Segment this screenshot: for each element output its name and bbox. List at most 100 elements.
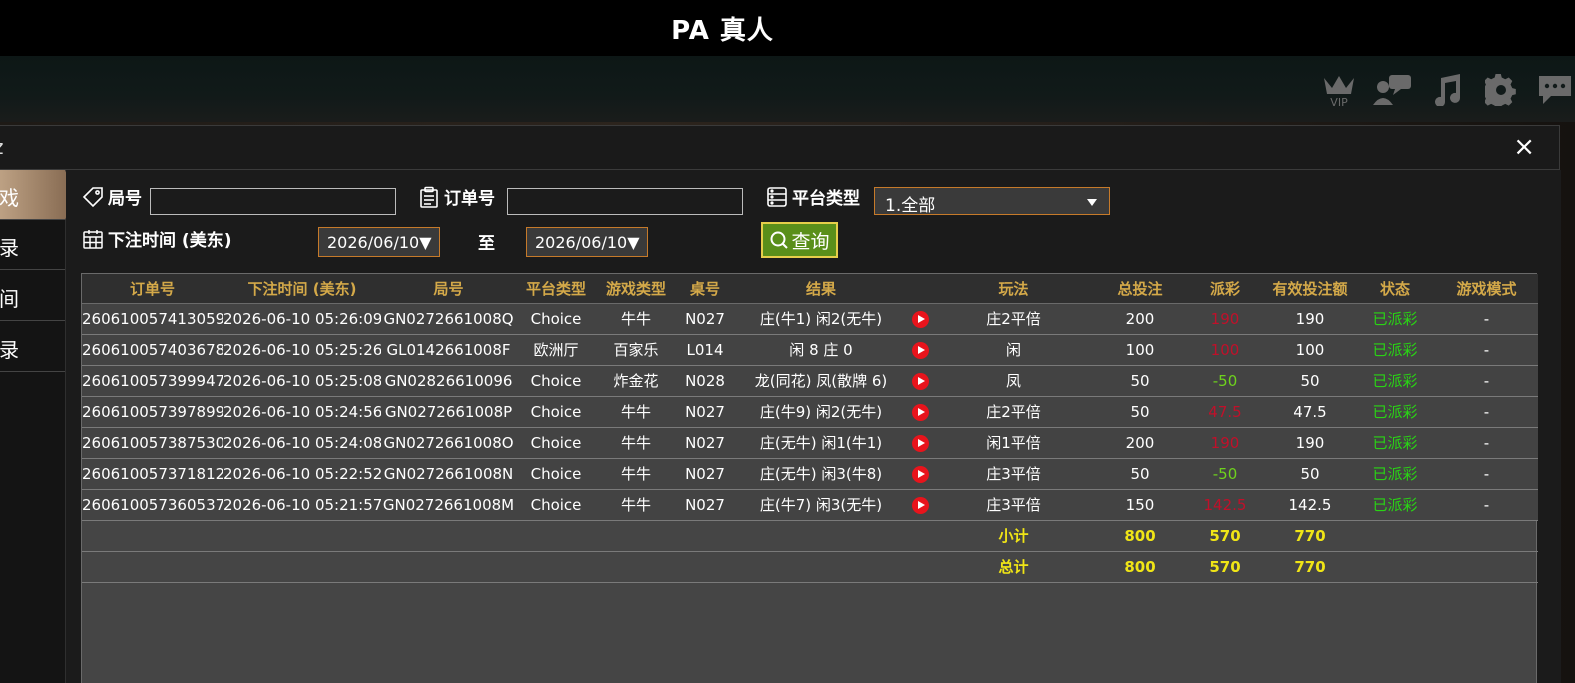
cell-play: 闲1平倍 [932, 427, 1095, 459]
col-order[interactable]: 订单号 [82, 274, 223, 304]
cell-mode: - [1435, 396, 1538, 428]
menu-item-2[interactable]: 录 [0, 220, 65, 270]
cell-status: 已派彩 [1355, 396, 1435, 428]
message-icon[interactable] [1535, 70, 1575, 110]
cell-play: 庄3平倍 [932, 458, 1095, 490]
cell-valid: 100 [1265, 334, 1355, 366]
cell-table: N027 [676, 396, 734, 428]
subtotal-row: 小计 800 570 770 [82, 520, 1538, 552]
cell-platform: Choice [516, 458, 596, 490]
cell-table: N027 [676, 489, 734, 521]
modal-header: z × [0, 126, 1559, 170]
table-row: 260610057413059 2026-06-10 05:26:09 GN02… [82, 303, 1538, 335]
platform-select[interactable]: 1.全部 [874, 187, 1110, 216]
subtotal-bet: 800 [1095, 520, 1185, 552]
cell-status: 已派彩 [1355, 489, 1435, 521]
play-video-icon[interactable] [911, 372, 929, 390]
cell-round: GN02826610096 [381, 365, 516, 397]
replay-cell [908, 365, 932, 397]
col-play[interactable]: 玩法 [932, 274, 1095, 304]
chat-bubbles-icon[interactable] [1373, 70, 1413, 110]
order-input[interactable] [507, 188, 743, 215]
cell-table: L014 [676, 334, 734, 366]
cell-valid: 47.5 [1265, 396, 1355, 428]
total-bet: 800 [1095, 551, 1185, 583]
platform-filter-label: 平台类型 [766, 184, 860, 209]
cell-platform: Choice [516, 489, 596, 521]
replay-cell [908, 303, 932, 335]
col-time[interactable]: 下注时间 (美东) [223, 274, 381, 304]
col-mode[interactable]: 游戏模式 [1435, 274, 1538, 304]
vip-icon[interactable]: VIP [1319, 70, 1359, 110]
gear-icon[interactable] [1481, 70, 1521, 110]
music-icon[interactable] [1427, 70, 1467, 110]
col-replay [908, 274, 932, 304]
cell-result: 龙(同花) 凤(散牌 6) [734, 365, 908, 397]
play-video-icon[interactable] [911, 496, 929, 514]
play-video-icon[interactable] [911, 465, 929, 483]
order-filter-label: 订单号 [418, 184, 495, 209]
cell-valid: 142.5 [1265, 489, 1355, 521]
menu-item-4[interactable]: 录 [0, 322, 65, 372]
cell-result: 庄(无牛) 闲3(牛8) [734, 458, 908, 490]
cell-round: GN0272661008N [381, 458, 516, 490]
subtotal-payout: 570 [1185, 520, 1265, 552]
cell-round: GN0272661008P [381, 396, 516, 428]
table-row: 260610057403678 2026-06-10 05:25:26 GL01… [82, 334, 1538, 366]
clipboard-icon [420, 186, 438, 208]
cell-mode: - [1435, 365, 1538, 397]
subtotal-valid: 770 [1265, 520, 1355, 552]
play-video-icon[interactable] [911, 341, 929, 359]
cell-valid: 50 [1265, 458, 1355, 490]
col-platform[interactable]: 平台类型 [516, 274, 596, 304]
date-from-picker[interactable]: 2026/06/10▼ [318, 227, 440, 257]
cell-payout: 100 [1185, 334, 1265, 366]
cell-game: 牛牛 [596, 489, 676, 521]
date-to-picker[interactable]: 2026/06/10▼ [526, 227, 648, 257]
cell-result: 庄(牛1) 闲2(无牛) [734, 303, 908, 335]
col-result[interactable]: 结果 [734, 274, 908, 304]
chevron-down-icon [1087, 199, 1097, 206]
cell-mode: - [1435, 489, 1538, 521]
col-table[interactable]: 桌号 [676, 274, 734, 304]
server-icon [767, 186, 787, 207]
table-body: 260610057413059 2026-06-10 05:26:09 GN02… [82, 303, 1538, 583]
cell-play: 庄3平倍 [932, 489, 1095, 521]
play-video-icon[interactable] [911, 403, 929, 421]
cell-mode: - [1435, 427, 1538, 459]
table-row: 260610057360537 2026-06-10 05:21:57 GN02… [82, 489, 1538, 521]
header-icons: VIP [1319, 70, 1575, 110]
round-input[interactable] [150, 188, 396, 215]
col-bet[interactable]: 总投注 [1095, 274, 1185, 304]
cell-round: GN0272661008O [381, 427, 516, 459]
cell-bet: 50 [1095, 365, 1185, 397]
col-round[interactable]: 局号 [381, 274, 516, 304]
menu-item-3[interactable]: 间 [0, 271, 65, 321]
cell-game: 牛牛 [596, 396, 676, 428]
query-button[interactable]: 查询 [761, 222, 838, 258]
app-title: PA 真人 [671, 15, 774, 46]
replay-cell [908, 396, 932, 428]
cell-status: 已派彩 [1355, 303, 1435, 335]
col-payout[interactable]: 派彩 [1185, 274, 1265, 304]
cell-bet: 150 [1095, 489, 1185, 521]
cell-payout: 190 [1185, 303, 1265, 335]
cell-result: 庄(无牛) 闲1(牛1) [734, 427, 908, 459]
replay-cell [908, 334, 932, 366]
col-status[interactable]: 状态 [1355, 274, 1435, 304]
menu-item-1[interactable]: 戏 [0, 170, 75, 220]
cell-time: 2026-06-10 05:21:57 [223, 489, 381, 521]
play-video-icon[interactable] [911, 434, 929, 452]
col-valid-bet[interactable]: 有效投注额 [1265, 274, 1355, 304]
cell-platform: Choice [516, 365, 596, 397]
game-header: VIP [0, 56, 1575, 122]
play-video-icon[interactable] [911, 310, 929, 328]
cell-round: GN0272661008M [381, 489, 516, 521]
col-game[interactable]: 游戏类型 [596, 274, 676, 304]
total-row: 总计 800 570 770 [82, 551, 1538, 583]
cell-order: 260610057413059 [82, 303, 223, 335]
to-label: 至 [478, 234, 495, 254]
close-button[interactable]: × [1513, 134, 1535, 160]
cell-result: 庄(牛9) 闲2(无牛) [734, 396, 908, 428]
cell-time: 2026-06-10 05:24:56 [223, 396, 381, 428]
